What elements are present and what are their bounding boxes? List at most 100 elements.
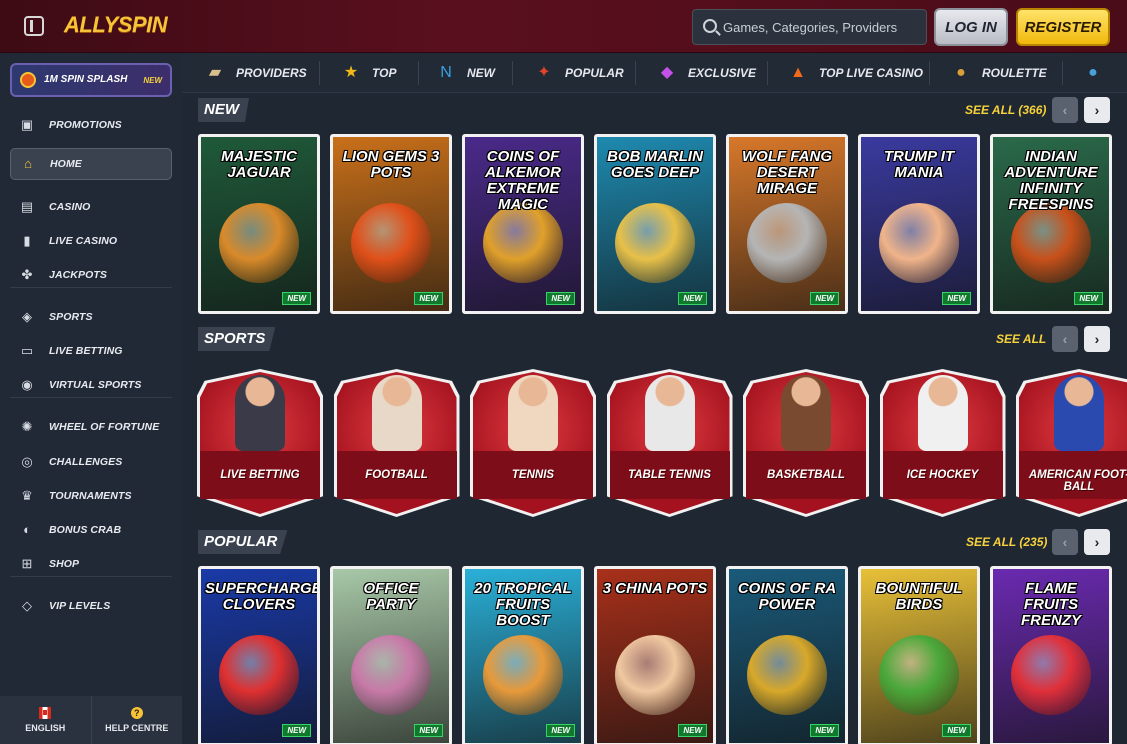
see-all-new-link[interactable]: SEE ALL (366) <box>965 103 1046 117</box>
game-artwork <box>351 203 431 283</box>
sport-card-table-tennis[interactable]: TABLE TENNIS <box>606 369 733 517</box>
category-separator <box>929 61 930 85</box>
sidebar-item-sports[interactable]: ◈ SPORTS <box>10 301 172 333</box>
fire-icon: ▲ <box>790 64 806 81</box>
help-centre-link[interactable]: ? HELP CENTRE <box>90 696 183 744</box>
game-artwork <box>879 635 959 715</box>
category-roulette[interactable]: ● ROULETTE <box>950 53 1047 93</box>
category-top[interactable]: ★ TOP <box>340 53 397 93</box>
category-more[interactable]: ● <box>1082 53 1114 93</box>
category-label: ROULETTE <box>982 66 1047 80</box>
sidebar-item-home[interactable]: ⌂ HOME <box>10 148 172 180</box>
sidebar-item-challenges[interactable]: ◎ CHALLENGES <box>10 446 172 478</box>
game-title: COINS OF ALKEMOR EXTREME MAGIC <box>485 148 561 213</box>
sport-label: BASKETBALL <box>767 469 845 481</box>
sidebar-item-label: SHOP <box>49 558 80 570</box>
sidebar-item-live-casino[interactable]: ▮ LIVE CASINO <box>10 225 172 257</box>
game-artwork <box>219 203 299 283</box>
promo-new-badge: NEW <box>143 76 162 85</box>
athlete-figure <box>1054 375 1104 451</box>
game-tile[interactable]: TRUMP IT MANIA NEW <box>858 134 980 314</box>
promo-label: 1M SPIN SPLASH <box>44 74 128 85</box>
new-badge: NEW <box>942 292 971 305</box>
sport-card-ice-hockey[interactable]: ICE HOCKEY <box>879 369 1006 517</box>
game-tile[interactable]: WOLF FANG DESERT MIRAGE NEW <box>726 134 848 314</box>
sidebar-item-tournaments[interactable]: ♛ TOURNAMENTS <box>10 480 172 512</box>
game-tile[interactable]: FLAME FRUITS FRENZY <box>990 566 1112 744</box>
sport-card-live-betting[interactable]: LIVE BETTING <box>197 369 323 517</box>
section-title-new: NEW <box>198 98 249 122</box>
game-tile[interactable]: INDIAN ADVENTURE INFINITY FREESPINS NEW <box>990 134 1112 314</box>
medal-icon: ◎ <box>21 454 33 469</box>
sidebar-toggle-icon[interactable] <box>24 16 44 36</box>
search-box[interactable] <box>692 9 927 45</box>
game-title: INDIAN ADVENTURE INFINITY FREESPINS <box>1004 148 1098 213</box>
logo[interactable]: ALLYSPIN <box>64 12 168 38</box>
category-new[interactable]: N NEW <box>435 53 495 93</box>
game-tile[interactable]: MAJESTIC JAGUAR NEW <box>198 134 320 314</box>
category-separator <box>767 61 768 85</box>
new-badge: NEW <box>414 724 443 737</box>
new-badge: NEW <box>1074 292 1103 305</box>
sidebar-item-label: CASINO <box>49 201 91 213</box>
category-label: POPULAR <box>565 66 624 80</box>
see-all-sports-link[interactable]: SEE ALL <box>996 332 1046 346</box>
game-tile[interactable]: SUPERCHARGED CLOVERS NEW <box>198 566 320 744</box>
sport-card-football[interactable]: FOOTBALL <box>333 369 460 517</box>
canada-flag-icon <box>39 707 52 719</box>
chevron-left-icon: ‹ <box>1062 331 1068 347</box>
language-selector[interactable]: ENGLISH <box>0 696 91 744</box>
new-badge: NEW <box>546 724 575 737</box>
sidebar-item-label: HOME <box>50 158 82 170</box>
game-tile[interactable]: BOUNTIFUL BIRDS NEW <box>858 566 980 744</box>
game-tile[interactable]: COINS OF ALKEMOR EXTREME MAGIC NEW <box>462 134 584 314</box>
sidebar-item-vip-levels[interactable]: ◇ VIP LEVELS <box>10 590 172 622</box>
game-title: COINS OF RA POWER <box>737 580 837 613</box>
category-top-live-casino[interactable]: ▲ TOP LIVE CASINO <box>787 53 923 93</box>
athlete-figure <box>371 375 422 451</box>
chevron-right-icon: › <box>1094 102 1100 118</box>
sports-prev-button[interactable]: ‹ <box>1052 326 1078 352</box>
search-input[interactable] <box>723 10 923 44</box>
new-badge: NEW <box>546 292 575 305</box>
sidebar-item-live-betting[interactable]: ▭ LIVE BETTING <box>10 335 172 367</box>
category-label: PROVIDERS <box>236 66 307 80</box>
category-providers[interactable]: ▰ PROVIDERS <box>204 53 307 93</box>
sidebar: 1M SPIN SPLASH NEW ▣ PROMOTIONS ⌂ HOME ▤ CASI… <box>0 53 182 744</box>
sidebar-item-casino[interactable]: ▤ CASINO <box>10 191 172 223</box>
popular-next-button[interactable]: › <box>1084 529 1110 555</box>
trophy-icon: ♛ <box>21 488 33 503</box>
category-popular[interactable]: ✦ POPULAR <box>533 53 624 93</box>
sidebar-item-label: CHALLENGES <box>49 456 123 468</box>
sidebar-divider <box>10 287 172 288</box>
game-tile[interactable]: LION GEMS 3 POTS NEW <box>330 134 452 314</box>
sport-card-tennis[interactable]: TENNIS <box>470 369 596 517</box>
wheel-icon: ✺ <box>21 419 33 434</box>
game-tile[interactable]: BOB MARLIN GOES DEEP NEW <box>594 134 716 314</box>
sport-card-american-foot-ball[interactable]: AMERICAN FOOT-BALL <box>1016 369 1127 517</box>
register-button[interactable]: REGISTER <box>1016 8 1110 46</box>
game-artwork <box>879 203 959 283</box>
login-button[interactable]: LOG IN <box>934 8 1008 46</box>
sidebar-divider <box>10 397 172 398</box>
see-all-popular-link[interactable]: SEE ALL (235) <box>966 535 1047 549</box>
sport-card-basketball[interactable]: BASKETBALL <box>743 369 869 517</box>
sports-next-button[interactable]: › <box>1084 326 1110 352</box>
game-tile[interactable]: COINS OF RA POWER NEW <box>726 566 848 744</box>
category-exclusive[interactable]: ◆ EXCLUSIVE <box>656 53 756 93</box>
sidebar-item-wheel-of-fortune[interactable]: ✺ WHEEL OF FORTUNE <box>10 411 172 443</box>
popular-prev-button[interactable]: ‹ <box>1052 529 1078 555</box>
promo-banner[interactable]: 1M SPIN SPLASH NEW <box>10 63 172 97</box>
game-tile[interactable]: OFFICE PARTY NEW <box>330 566 452 744</box>
game-tile[interactable]: 3 CHINA POTS NEW <box>594 566 716 744</box>
diamond-icon: ◇ <box>22 598 32 613</box>
game-title: FLAME FRUITS FRENZY <box>1021 580 1081 629</box>
sidebar-item-label: BONUS CRAB <box>49 524 122 536</box>
new-prev-button[interactable]: ‹ <box>1052 97 1078 123</box>
game-tile[interactable]: 20 TROPICAL FRUITS BOOST NEW <box>462 566 584 744</box>
sidebar-item-label: LIVE CASINO <box>49 235 118 247</box>
main-content: NEW SEE ALL (366) ‹ › MAJESTIC JAGUAR NEW… <box>182 93 1127 744</box>
sidebar-item-promotions[interactable]: ▣ PROMOTIONS <box>10 109 172 141</box>
sidebar-item-bonus-crab[interactable]: ◐ BONUS CRAB <box>10 514 172 546</box>
new-next-button[interactable]: › <box>1084 97 1110 123</box>
